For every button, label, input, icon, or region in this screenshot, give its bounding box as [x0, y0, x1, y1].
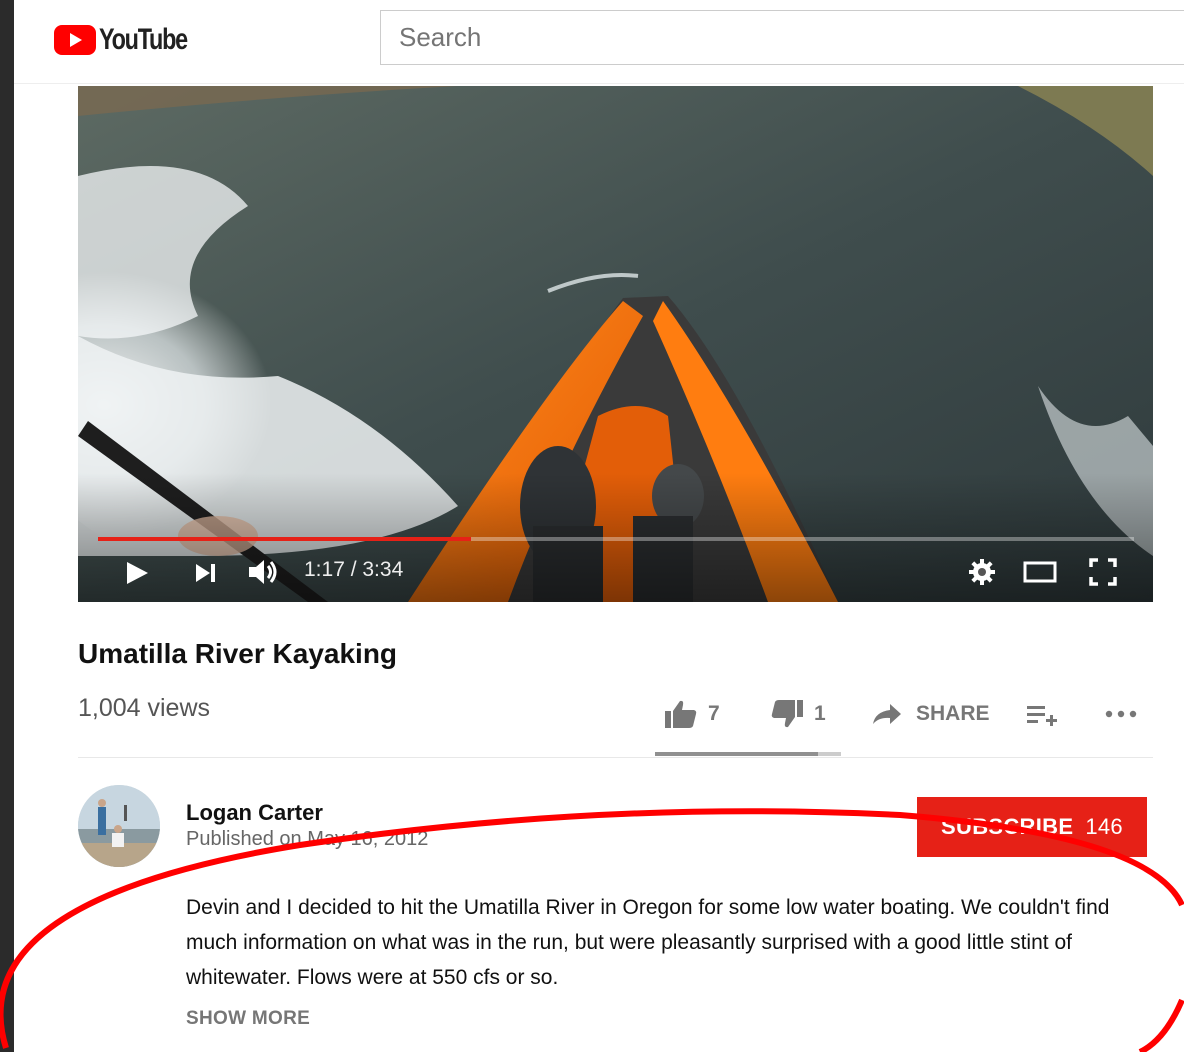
- publish-date: Published on May 16, 2012: [186, 828, 429, 850]
- dislike-count: 1: [814, 702, 826, 725]
- video-player[interactable]: 1:17 / 3:34: [78, 86, 1153, 602]
- thumbs-down-icon: [771, 700, 803, 728]
- youtube-logo[interactable]: YouTube: [54, 23, 212, 56]
- logo-text: YouTube: [99, 23, 188, 56]
- video-frame: [78, 86, 1153, 602]
- subscribe-label: SUBSCRIBE: [941, 814, 1074, 839]
- youtube-watch-page: YouTube Search 1:17 / 3:34 Umatilla Rive…: [14, 0, 1184, 1052]
- fullscreen-icon: [1089, 558, 1117, 586]
- play-icon: [127, 562, 148, 584]
- thumbs-up-icon: [665, 700, 697, 728]
- more-actions-button[interactable]: [1104, 694, 1138, 734]
- view-count: 1,004 views: [78, 694, 211, 722]
- share-arrow-icon: [873, 704, 901, 724]
- like-count: 7: [708, 702, 720, 725]
- subscriber-count: 146: [1085, 814, 1123, 839]
- next-icon: [196, 564, 215, 582]
- video-title: Umatilla River Kayaking: [78, 638, 398, 669]
- theater-mode-button[interactable]: [1022, 558, 1058, 586]
- like-button[interactable]: 7: [664, 694, 720, 734]
- player-controls: 1:17 / 3:34: [78, 548, 1153, 596]
- play-button[interactable]: [122, 558, 152, 588]
- settings-button[interactable]: [966, 556, 998, 588]
- progress-bar[interactable]: [98, 537, 1134, 541]
- divider: [78, 757, 1153, 758]
- search-input[interactable]: [380, 10, 1184, 65]
- youtube-play-logo-icon: [54, 25, 96, 55]
- theater-mode-icon: [1023, 561, 1057, 583]
- channel-avatar[interactable]: [78, 785, 160, 867]
- share-button[interactable]: SHARE: [872, 694, 990, 734]
- volume-icon: [249, 560, 277, 584]
- share-label: SHARE: [916, 702, 990, 725]
- progress-played: [98, 537, 471, 541]
- time-display: 1:17 / 3:34: [304, 558, 404, 581]
- next-button[interactable]: [192, 560, 220, 586]
- avatar-image: [78, 785, 160, 867]
- sentiment-bar: [655, 752, 841, 756]
- show-more-button[interactable]: SHOW MORE: [186, 1008, 310, 1030]
- volume-button[interactable]: [246, 556, 282, 588]
- dislike-button[interactable]: 1: [770, 694, 826, 734]
- add-to-playlist-icon: [1027, 706, 1057, 726]
- settings-icon: [969, 559, 995, 585]
- channel-name[interactable]: Logan Carter: [186, 800, 323, 826]
- masthead: YouTube: [14, 0, 1184, 84]
- fullscreen-button[interactable]: [1086, 556, 1120, 588]
- more-horizontal-icon: [1105, 710, 1137, 718]
- video-description: Devin and I decided to hit the Umatilla …: [186, 896, 1110, 989]
- sentiment-like-bar: [655, 752, 818, 756]
- add-to-playlist-button[interactable]: [1026, 694, 1058, 734]
- subscribe-button[interactable]: SUBSCRIBE 146: [917, 797, 1147, 857]
